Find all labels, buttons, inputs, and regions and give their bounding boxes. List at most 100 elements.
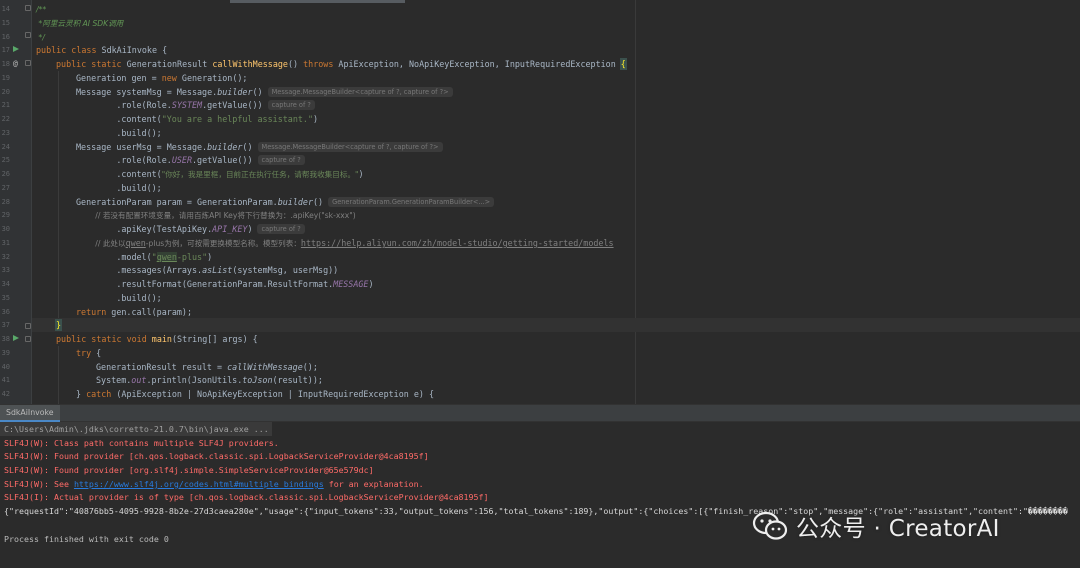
code-comment: qwen (125, 238, 146, 248)
keyword: return (76, 307, 107, 317)
code-comment: -plus为例，可按需更换模型名称。模型列表： (145, 239, 301, 248)
run-tab[interactable]: SdkAiInvoke (0, 405, 60, 422)
line-number: 29 (1, 211, 10, 220)
string-literal: -plus" (176, 252, 208, 262)
code-text: () (287, 59, 304, 69)
code-text: () (252, 87, 263, 97)
code-text: .model( (76, 252, 152, 262)
code-line-18[interactable]: public static GenerationResult callWithM… (56, 57, 627, 71)
static-field: API_KEY (212, 224, 248, 234)
code-text: (systemMsg, userMsg)) (232, 265, 339, 275)
javadoc-text: /** (36, 5, 47, 14)
keyword: public static void (56, 334, 147, 344)
code-text: ) (312, 114, 319, 124)
string-literal: " (151, 252, 157, 262)
code-line-35[interactable]: .build(); (76, 291, 161, 305)
type-hint: capture of ? (267, 100, 315, 110)
run-gutter-icon[interactable] (13, 46, 19, 52)
string-literal: "你好，我是里框，目前正在执行任务，请帮我收集目标。" (161, 170, 359, 179)
code-text: .content( (76, 169, 162, 179)
run-console[interactable]: C:\Users\Admin\.jdks\corretto-21.0.7\bin… (0, 422, 1080, 568)
line-number: 37 (1, 321, 10, 330)
code-text: Generation gen = (76, 73, 162, 83)
line-number: 36 (1, 307, 10, 316)
code-comment: // 若没有配置环境变量，请用百炼API Key将下行替换为：.apiKey("… (76, 211, 356, 220)
line-number: 39 (1, 348, 10, 357)
code-line-33[interactable]: .messages(Arrays.asList(systemMsg, userM… (76, 263, 338, 277)
line-number: 19 (1, 73, 10, 82)
override-marker-icon[interactable]: @ (13, 59, 18, 68)
line-number: 20 (1, 87, 10, 96)
code-text: Generation(); (176, 73, 248, 83)
code-line-42[interactable]: } catch (ApiException | NoApiKeyExceptio… (76, 387, 434, 401)
line-number: 41 (1, 376, 10, 385)
code-text: } (76, 389, 87, 399)
code-line-27[interactable]: .build(); (76, 181, 161, 195)
fold-icon[interactable] (25, 60, 31, 66)
run-tool-window-header: SdkAiInvoke (0, 404, 1080, 422)
line-number: 28 (1, 197, 10, 206)
console-command-line[interactable]: C:\Users\Admin\.jdks\corretto-21.0.7\bin… (0, 422, 272, 436)
indent-guide (58, 71, 59, 321)
fold-icon[interactable] (25, 5, 31, 11)
keyword: new (161, 73, 177, 83)
code-editor[interactable]: 14 15 16 17 18 19 20 21 22 23 24 25 26 27 28 29 30 31 32 33… (0, 0, 1080, 404)
code-line-37[interactable]: } (32, 318, 1080, 332)
code-line-32[interactable]: .model("qwen-plus") (76, 250, 212, 264)
static-field: MESSAGE (333, 279, 369, 289)
code-line-36[interactable]: return gen.call(param); (76, 305, 192, 319)
code-line-23[interactable]: .build(); (76, 126, 161, 140)
code-line-20[interactable]: Message systemMsg = Message.builder() Mes… (76, 85, 453, 99)
static-method: asList (202, 265, 233, 275)
code-line-41[interactable]: System.out.println(JsonUtils.toJson(resu… (96, 373, 323, 387)
code-line-28[interactable]: GenerationParam param = GenerationParam.… (76, 195, 495, 209)
code-line-30[interactable]: .apiKey(TestApiKey.API_KEY) capture of ? (76, 222, 305, 236)
console-exit-message: Process finished with exit code 0 (4, 534, 169, 544)
line-number: 22 (1, 115, 10, 123)
code-line-21[interactable]: .role(Role.SYSTEM.getValue()) capture of … (76, 98, 315, 112)
code-line-39[interactable]: try { (76, 346, 101, 360)
fold-icon[interactable] (25, 32, 31, 38)
code-line-40[interactable]: GenerationResult result = callWithMessag… (96, 360, 318, 374)
class-name: SdkAiInvoke { (96, 45, 168, 55)
string-literal: "You are a helpful assistant." (161, 114, 313, 124)
code-text: .messages(Arrays. (76, 265, 203, 275)
code-line-26[interactable]: .content("你好，我是里框，目前正在执行任务，请帮我收集目标。") (76, 167, 363, 181)
code-line-17[interactable]: public class SdkAiInvoke { (36, 43, 167, 57)
method-name: callWithMessage (212, 59, 288, 69)
code-line-25[interactable]: .role(Role.USER.getValue()) capture of ? (76, 153, 305, 167)
console-error-line: SLF4J(W): Found provider [ch.qos.logback… (4, 451, 429, 461)
code-line-14[interactable]: /** (36, 2, 46, 16)
code-text: GenerationResult result = (96, 362, 228, 372)
line-number: 27 (1, 183, 10, 192)
line-number: 25 (1, 156, 10, 165)
horizontal-scrollbar[interactable] (230, 0, 405, 3)
static-method: builder (207, 142, 243, 152)
console-link[interactable]: https://www.slf4j.org/codes.html#multipl… (74, 479, 324, 489)
line-number: 42 (1, 390, 10, 398)
keyword: try (76, 348, 92, 358)
fold-icon[interactable] (25, 323, 31, 329)
code-text: (result)); (272, 375, 323, 385)
static-field: USER (171, 155, 192, 165)
code-text: .role(Role. (76, 100, 172, 110)
code-line-24[interactable]: Message userMsg = Message.builder() Messa… (76, 140, 443, 154)
run-gutter-icon[interactable] (13, 335, 19, 341)
code-line-22[interactable]: .content("You are a helpful assistant.") (76, 112, 318, 126)
code-line-34[interactable]: .resultFormat(GenerationParam.ResultForm… (76, 277, 373, 291)
right-margin-guide (635, 0, 636, 404)
code-text: Message userMsg = Message. (76, 142, 208, 152)
comment-link[interactable]: https://help.aliyun.com/zh/model-studio/… (301, 238, 614, 248)
line-number: 16 (1, 32, 10, 41)
fold-icon[interactable] (25, 336, 31, 342)
code-line-19[interactable]: Generation gen = new Generation(); (76, 71, 247, 85)
code-line-29[interactable]: // 若没有配置环境变量，请用百炼API Key将下行替换为：.apiKey("… (76, 208, 356, 222)
code-text: ) (207, 252, 213, 262)
editor-gutter[interactable]: 14 15 16 17 18 19 20 21 22 23 24 25 26 27 28 29 30 31 32 33… (0, 0, 32, 404)
code-line-16[interactable]: */ (36, 30, 44, 44)
code-line-15[interactable]: *阿里云灵积 AI SDK调用 (36, 16, 123, 30)
type-hint: Message.MessageBuilder<capture of ?, cap… (267, 87, 453, 97)
method-name: main (146, 334, 172, 344)
code-line-31[interactable]: // 此处以qwen-plus为例，可按需更换模型名称。模型列表：https:/… (76, 236, 614, 250)
code-line-38[interactable]: public static void main(String[] args) { (56, 332, 258, 346)
